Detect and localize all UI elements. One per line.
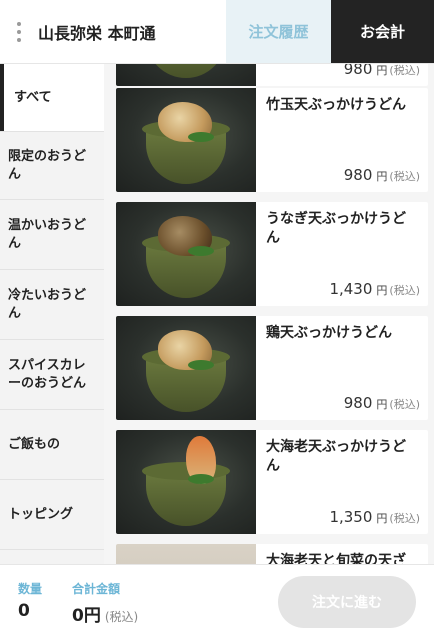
product-name: 大海老天ぶっかけうどん — [266, 439, 406, 474]
product-image — [116, 64, 256, 86]
category-item-rice[interactable]: ご飯もの — [0, 410, 104, 480]
category-sidebar: すべて 限定のおうどん 温かいおうどん 冷たいおうどん スパイスカレーのおうどん… — [0, 64, 104, 564]
category-item-toppings[interactable]: トッピング — [0, 480, 104, 550]
product-price: 980 円 (税込) — [343, 394, 420, 412]
category-label: ご飯もの — [8, 436, 61, 452]
product-list: 980 円 (税込) 竹玉天ぶっかけうどん 980 円 (税込) うなぎ天ぶっかけうどん… — [104, 64, 434, 564]
product-image — [116, 202, 256, 306]
category-label: 限定のおうどん — [8, 148, 87, 182]
store-name: 山長弥栄 本町通 — [38, 23, 156, 43]
category-item-curry[interactable]: スパイスカレーのおうどん — [0, 340, 104, 410]
product-image — [116, 88, 256, 192]
category-label: トッピング — [8, 506, 74, 522]
total-value: 0円 — [72, 606, 101, 626]
product-card[interactable]: 大海老天ぶっかけうどん 1,350 円 (税込) — [116, 430, 428, 534]
product-name: 大海老天と旬菜の天ざ — [266, 553, 406, 564]
checkout-button[interactable]: お会計 — [331, 0, 434, 63]
category-item-hot[interactable]: 温かいおうどん — [0, 200, 104, 270]
product-name: 竹玉天ぶっかけうどん — [266, 97, 406, 113]
product-card[interactable]: 竹玉天ぶっかけうどん 980 円 (税込) — [116, 88, 428, 192]
category-label: 冷たいおうどん — [8, 287, 87, 321]
product-card[interactable]: 980 円 (税込) — [116, 64, 428, 86]
product-name: 鶏天ぶっかけうどん — [266, 325, 392, 341]
total-amount: 0円 (税込) — [72, 601, 138, 626]
product-image — [116, 544, 256, 564]
product-price: 980 円 (税込) — [343, 64, 420, 78]
more-menu-icon[interactable] — [0, 0, 38, 63]
product-card[interactable]: 鶏天ぶっかけうどん 980 円 (税込) — [116, 316, 428, 420]
order-history-button[interactable]: 注文履歴 — [226, 0, 331, 63]
quantity-value: 0 — [18, 601, 30, 621]
order-summary-bar: 数量 0 合計金額 0円 (税込) 注文に進む — [0, 564, 434, 640]
total-label: 合計金額 — [72, 582, 121, 596]
product-card[interactable]: 大海老天と旬菜の天ざ — [116, 544, 428, 564]
product-name: うなぎ天ぶっかけうどん — [266, 211, 406, 246]
category-item-limited[interactable]: 限定のおうどん — [0, 132, 104, 200]
quantity-label: 数量 — [18, 582, 43, 596]
proceed-to-order-button[interactable]: 注文に進む — [278, 576, 416, 628]
category-label: 温かいおうどん — [8, 217, 87, 251]
header-bar: 山長弥栄 本町通 注文履歴 お会計 — [0, 0, 434, 64]
total-tax-note: (税込) — [104, 610, 139, 624]
product-price: 980 円 (税込) — [343, 166, 420, 184]
category-item-all[interactable]: すべて — [0, 64, 104, 132]
product-price: 1,350 円 (税込) — [329, 508, 420, 526]
product-image — [116, 430, 256, 534]
product-image — [116, 316, 256, 420]
category-label: スパイスカレーのおうどん — [8, 357, 87, 391]
product-price: 1,430 円 (税込) — [329, 280, 420, 298]
product-card[interactable]: うなぎ天ぶっかけうどん 1,430 円 (税込) — [116, 202, 428, 306]
category-label: すべて — [14, 89, 52, 105]
category-item-cold[interactable]: 冷たいおうどん — [0, 270, 104, 340]
